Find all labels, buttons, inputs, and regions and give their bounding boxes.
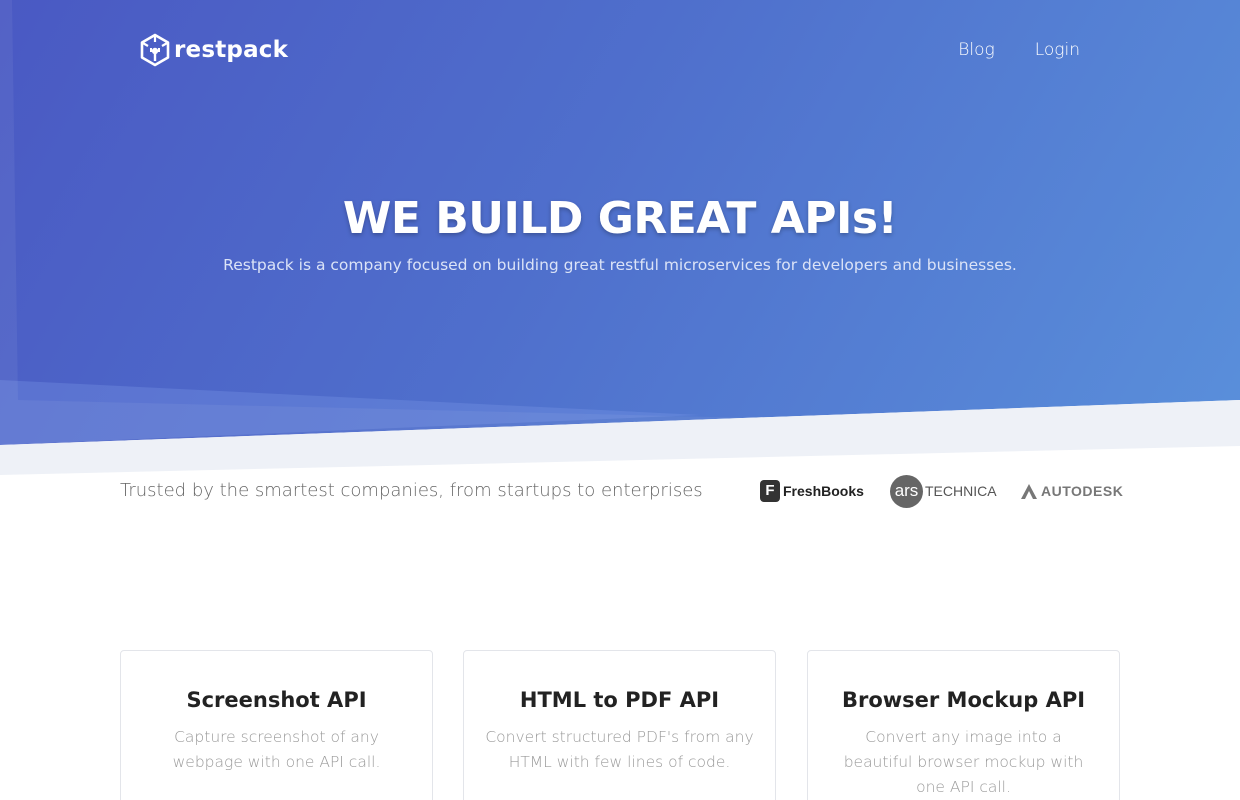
- autodesk-logo: AUTODESK: [1020, 474, 1123, 508]
- product-card-browser-mockup[interactable]: Browser Mockup API Convert any image int…: [807, 650, 1120, 800]
- freshbooks-wordmark: FreshBooks: [783, 483, 864, 499]
- product-card-title: Browser Mockup API: [841, 688, 1086, 712]
- ars-technica-wordmark: TECHNICA: [925, 483, 997, 499]
- product-card-html-to-pdf[interactable]: HTML to PDF API Convert structured PDF's…: [463, 650, 776, 800]
- freshbooks-logo: F FreshBooks: [760, 474, 864, 508]
- logo-link[interactable]: restpack: [140, 33, 288, 67]
- restpack-logo-icon: [140, 33, 170, 67]
- nav-link-blog[interactable]: Blog: [958, 40, 994, 60]
- autodesk-icon: [1021, 484, 1037, 499]
- logo-text: restpack: [174, 37, 289, 63]
- autodesk-wordmark: AUTODESK: [1041, 483, 1124, 499]
- hero-title: WE BUILD GREAT APIs!: [342, 193, 898, 244]
- product-card-description: Capture screenshot of any webpage with o…: [172, 728, 381, 771]
- products-section: Screenshot API Capture screenshot of any…: [120, 650, 1120, 800]
- ars-technica-logo: ars TECHNICA: [890, 474, 997, 508]
- top-nav: restpack Blog Login: [140, 30, 1080, 70]
- product-card-description: Convert any image into a beautiful brows…: [843, 728, 1084, 796]
- product-card-title: HTML to PDF API: [519, 688, 720, 712]
- product-card-title: Screenshot API: [186, 688, 367, 712]
- ars-icon: ars: [890, 474, 923, 508]
- nav-link-login[interactable]: Login: [1035, 40, 1080, 60]
- nav-links: Blog Login: [958, 40, 1080, 60]
- product-card-description: Convert structured PDF's from any HTML w…: [485, 728, 754, 771]
- product-card-screenshot[interactable]: Screenshot API Capture screenshot of any…: [120, 650, 433, 800]
- freshbooks-icon: F: [760, 480, 780, 502]
- hero-subtitle: Restpack is a company focused on buildin…: [223, 256, 1017, 274]
- client-logos: F FreshBooks ars TECHNICA AUTODESK: [760, 474, 1123, 510]
- trusted-by-text: Trusted by the smartest companies, from …: [120, 480, 703, 501]
